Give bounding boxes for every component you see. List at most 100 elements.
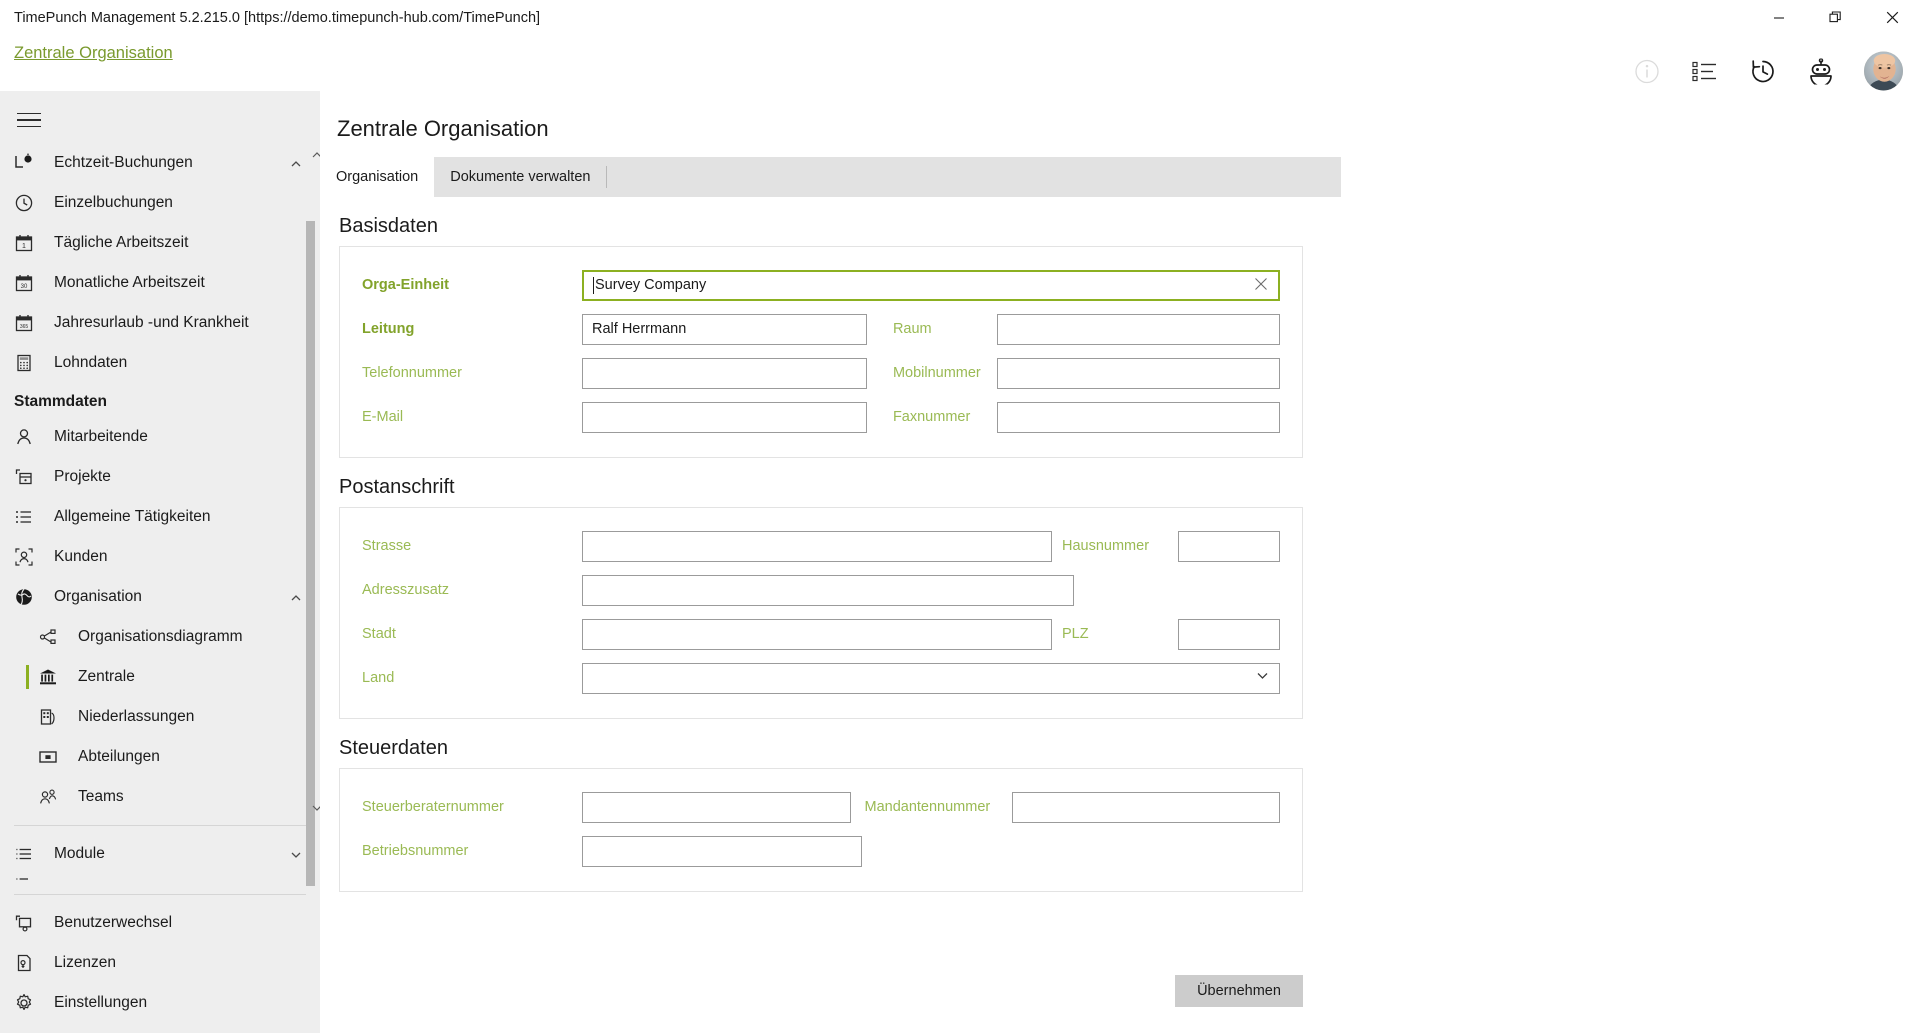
sidebar-item-label: Teams [78, 788, 124, 805]
label-mobilnummer: Mobilnummer [892, 365, 981, 381]
sidebar-item-echtzeit-buchungen[interactable]: Echtzeit-Buchungen [0, 143, 320, 183]
label-mandantennummer: Mandantennummer [864, 799, 991, 815]
svg-text:30: 30 [21, 284, 28, 290]
sidebar-divider [14, 825, 306, 826]
menu-toggle-button[interactable] [14, 103, 52, 137]
label-stadt: Stadt [362, 626, 396, 642]
label-telefonnummer: Telefonnummer [362, 365, 462, 381]
sidebar-item-taegliche-arbeitszeit[interactable]: 1 Tägliche Arbeitszeit [0, 223, 320, 263]
input-faxnummer[interactable] [996, 401, 1280, 433]
robot-icon[interactable] [1806, 56, 1836, 86]
sidebar-item-label: Lizenzen [54, 954, 117, 971]
input-mobilnummer[interactable] [996, 357, 1280, 389]
sidebar-item-einzelbuchungen[interactable]: Einzelbuchungen [0, 183, 320, 223]
calendar-day-icon: 1 [14, 233, 42, 253]
sidebar-scroll-down-arrow[interactable] [310, 801, 320, 815]
sidebar-item-projekte[interactable]: Projekte [0, 457, 320, 497]
breadcrumb[interactable]: Zentrale Organisation [14, 44, 173, 63]
sidebar-item-monatliche-arbeitszeit[interactable]: 30 Monatliche Arbeitszeit [0, 263, 320, 303]
page-title: Zentrale Organisation [337, 116, 549, 141]
svg-text:1: 1 [22, 243, 26, 250]
realtime-booking-icon [14, 153, 42, 173]
sidebar-item-label: Projekte [54, 468, 111, 485]
input-stadt[interactable] [582, 618, 1052, 650]
sidebar-item-label: Organisation [54, 588, 142, 605]
avatar[interactable] [1864, 51, 1903, 91]
svg-text:365: 365 [20, 324, 29, 330]
minimize-button[interactable] [1750, 0, 1807, 35]
sidebar-item-label: Einzelbuchungen [54, 194, 173, 211]
input-adresszusatz[interactable] [582, 574, 1074, 606]
sidebar-item-module[interactable]: Module [0, 834, 320, 874]
sidebar-item-niederlassungen[interactable]: Niederlassungen [0, 697, 320, 737]
sidebar-item-label: Allgemeine Tätigkeiten [54, 508, 211, 525]
sidebar-item-mitarbeitende[interactable]: Mitarbeitende [0, 417, 320, 457]
list-icon[interactable] [1690, 56, 1720, 86]
input-plz[interactable] [1178, 618, 1280, 650]
label-plz: PLZ [1062, 626, 1089, 642]
input-hausnummer[interactable] [1178, 530, 1280, 562]
select-land[interactable] [582, 662, 1280, 694]
chevron-up-icon[interactable] [290, 157, 302, 169]
sidebar-item-kunden[interactable]: Kunden [0, 537, 320, 577]
window-titlebar: TimePunch Management 5.2.215.0 [https://… [0, 0, 1921, 35]
chevron-down-icon[interactable] [1256, 669, 1269, 687]
sidebar-item-einstellungen[interactable]: Einstellungen [0, 983, 320, 1023]
window-controls [1750, 0, 1921, 35]
field-row-orga-einheit: Orga-Einheit Survey Company [362, 263, 1280, 307]
sidebar-item-organisationsdiagramm[interactable]: Organisationsdiagramm [0, 617, 320, 657]
sidebar-item-allgemeine-taetigkeiten[interactable]: Allgemeine Tätigkeiten [0, 497, 320, 537]
info-icon[interactable] [1632, 56, 1662, 86]
card-postanschrift: Strasse Hausnummer Adresszusatz Stadt PL… [339, 507, 1303, 719]
sidebar-scroll-up-arrow[interactable] [310, 148, 320, 162]
history-icon[interactable] [1748, 56, 1778, 86]
sidebar-item-label: Mitarbeitende [54, 428, 148, 445]
tab-dokumente-verwalten[interactable]: Dokumente verwalten [434, 157, 606, 197]
sidebar-item-lizenzen[interactable]: Lizenzen [0, 943, 320, 983]
sidebar-item-jahresurlaub-krankheit[interactable]: 365 Jahresurlaub -und Krankheit [0, 303, 320, 343]
project-icon [14, 467, 42, 487]
chevron-up-icon[interactable] [290, 591, 302, 603]
form-content: Basisdaten Orga-Einheit Survey Company L… [320, 197, 1341, 1033]
input-strasse[interactable] [582, 530, 1052, 562]
sidebar: Echtzeit-Buchungen Einzelbuchungen 1 Täg… [0, 91, 320, 1033]
license-icon [14, 953, 42, 973]
sidebar-item-organisation[interactable]: Organisation [0, 577, 320, 617]
label-land: Land [362, 670, 395, 686]
tab-organisation[interactable]: Organisation [320, 157, 435, 197]
field-row-land: Land [362, 656, 1280, 700]
sidebar-item-zentrale[interactable]: Zentrale [0, 657, 320, 697]
calendar-year-icon: 365 [14, 313, 42, 333]
input-raum[interactable] [996, 313, 1280, 345]
input-steuerberaternummer[interactable] [582, 791, 851, 823]
input-leitung-value: Ralf Herrmann [592, 321, 687, 337]
input-mandantennummer[interactable] [1011, 791, 1280, 823]
sidebar-item-label: Organisationsdiagramm [78, 628, 243, 645]
maximize-restore-button[interactable] [1807, 0, 1864, 35]
field-row-email-fax: E-Mail Faxnummer [362, 395, 1280, 439]
input-leitung[interactable]: Ralf Herrmann [582, 313, 867, 345]
apply-button[interactable]: Übernehmen [1175, 975, 1303, 1007]
chevron-down-icon[interactable] [290, 848, 302, 860]
label-raum: Raum [892, 321, 932, 337]
user-switch-icon [14, 913, 42, 933]
sidebar-item-benutzerwechsel[interactable]: Benutzerwechsel [0, 903, 320, 943]
sidebar-scrollbar-thumb[interactable] [306, 221, 315, 901]
sidebar-item-label: Kunden [54, 548, 108, 565]
input-email[interactable] [582, 401, 867, 433]
sidebar-item-label: Zentrale [78, 668, 135, 685]
sidebar-bottom-divider [14, 894, 306, 895]
right-empty-area [1341, 91, 1921, 1033]
clear-icon[interactable] [1254, 277, 1270, 293]
department-icon [38, 747, 66, 767]
tab-separator [606, 166, 608, 188]
sidebar-item-label: Abteilungen [78, 748, 160, 765]
input-betriebsnummer[interactable] [582, 835, 862, 867]
input-orga-einheit[interactable]: Survey Company [582, 269, 1280, 301]
sidebar-item-lohndaten[interactable]: Lohndaten [0, 343, 320, 383]
input-telefonnummer[interactable] [582, 357, 867, 389]
sidebar-item-abteilungen[interactable]: Abteilungen [0, 737, 320, 777]
sidebar-item-teams[interactable]: Teams [0, 777, 320, 817]
close-button[interactable] [1864, 0, 1921, 35]
main-content: Zentrale Organisation Organisation Dokum… [320, 91, 1341, 1033]
